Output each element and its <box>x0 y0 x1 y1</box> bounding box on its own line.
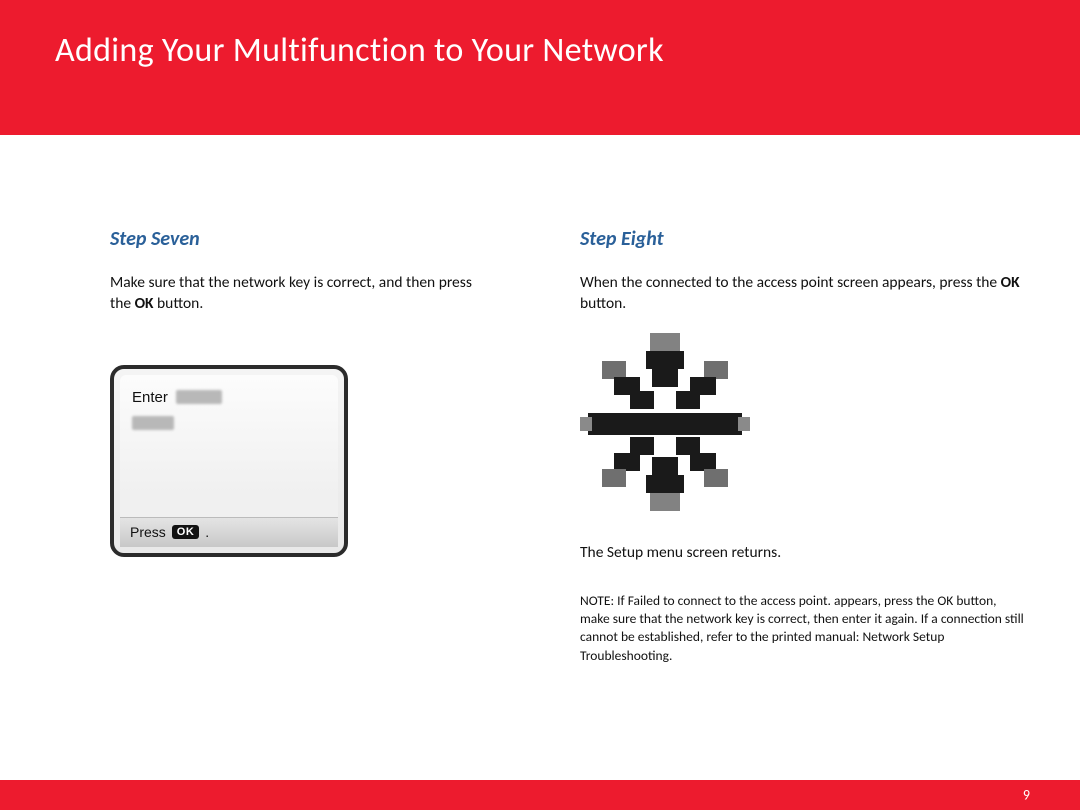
ok-badge-icon: OK <box>172 525 200 539</box>
screen-press-row: Press OK . <box>120 517 338 547</box>
step-seven-ok-bold: OK <box>135 294 154 313</box>
step-eight-ok-bold: OK <box>1001 273 1020 292</box>
step-seven-body: Make sure that the network key is correc… <box>110 273 490 315</box>
screen-press-dot: . <box>205 524 209 540</box>
blurred-text-chip-2 <box>132 416 174 430</box>
note-text-a: If <box>614 592 628 609</box>
screen-enter-label: Enter <box>132 389 168 406</box>
note-text-d: . <box>669 647 672 664</box>
page-title: Adding Your Multifunction to Your Networ… <box>55 30 664 71</box>
step-seven-text-post: button. <box>154 294 204 313</box>
note-block: NOTE: If Failed to connect to the access… <box>580 592 1025 665</box>
printer-screen-illustration: Enter Press OK . <box>110 365 348 557</box>
asterisk-pixel-icon <box>580 333 750 523</box>
return-post: screen returns. <box>683 543 781 562</box>
step-eight-heading: Step Eight <box>580 227 1025 251</box>
note-ok-bold: OK <box>937 592 953 609</box>
note-text-b: . appears, press the <box>828 592 938 609</box>
return-pre: The <box>580 543 607 562</box>
step-eight-column: Step Eight When the connected to the acc… <box>580 227 1025 665</box>
footer-band: 9 <box>0 780 1080 810</box>
note-label: NOTE: <box>580 592 614 609</box>
setup-menu-return-line: The Setup menu screen returns. <box>580 543 1025 562</box>
return-bold: Setup menu <box>607 543 683 562</box>
content-area: Step Seven Make sure that the network ke… <box>0 135 1080 665</box>
note-fail-bold: Failed to connect to the access point <box>628 592 828 609</box>
step-seven-column: Step Seven Make sure that the network ke… <box>110 227 490 665</box>
step-seven-heading: Step Seven <box>110 227 490 251</box>
step-eight-text-pre: When the connected to the access point s… <box>580 273 1001 292</box>
header-band: Adding Your Multifunction to Your Networ… <box>0 0 1080 135</box>
step-eight-body: When the connected to the access point s… <box>580 273 1025 315</box>
screen-press-label: Press <box>130 524 166 540</box>
step-eight-text-post: button. <box>580 294 626 313</box>
screen-enter-row: Enter <box>132 389 326 406</box>
blurred-text-chip <box>176 390 222 404</box>
page-number: 9 <box>1023 787 1030 804</box>
printer-screen-inner: Enter Press OK . <box>120 375 338 547</box>
